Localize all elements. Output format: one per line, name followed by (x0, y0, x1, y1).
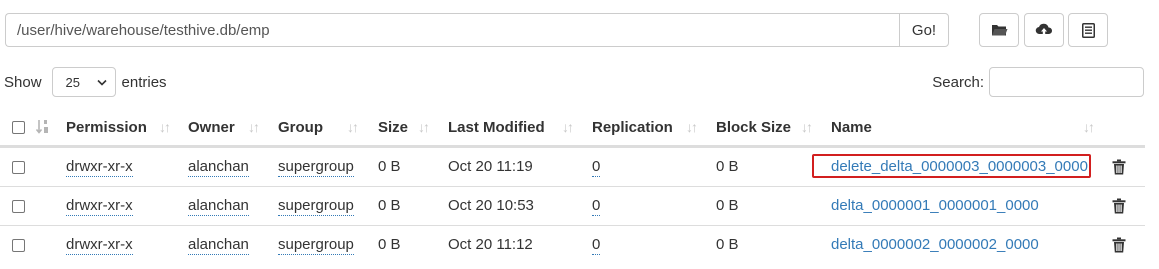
list-icon (1081, 22, 1095, 38)
sort-icon: ↓↑ (1083, 119, 1095, 135)
table-header: Permission ↓↑ Owner ↓↑ Group ↓↑ Size ↓↑ … (0, 108, 1145, 147)
path-input[interactable] (5, 13, 899, 47)
permission-link[interactable]: drwxr-xr-x (66, 158, 133, 177)
select-all-checkbox[interactable] (12, 121, 25, 134)
upload-icon (1035, 23, 1053, 36)
table-row: drwxr-xr-x alanchan supergroup 0 B Oct 2… (0, 147, 1145, 186)
length-control: Show 25 entries (4, 67, 167, 97)
table-row: drwxr-xr-x alanchan supergroup 0 B Oct 2… (0, 186, 1145, 225)
column-header-last-modified[interactable]: Last Modified (448, 108, 545, 147)
search-input[interactable] (989, 67, 1144, 97)
show-label: Show (4, 73, 42, 91)
sort-icon: ↓↑ (418, 119, 430, 135)
modified-value: Oct 20 11:19 (448, 158, 533, 175)
column-header-replication[interactable]: Replication (592, 108, 673, 147)
block-size-value: 0 B (716, 236, 739, 253)
column-header-owner[interactable]: Owner (188, 108, 235, 147)
sort-icon: ↓↑ (248, 119, 260, 135)
sort-icon: ↓↑ (562, 119, 574, 135)
owner-value: alanchan (188, 158, 249, 177)
file-name-link[interactable]: delta_0000002_0000002_0000 (831, 226, 1039, 265)
table-row: drwxr-xr-x alanchan supergroup 0 B Oct 2… (0, 225, 1145, 264)
entries-select-value: 25 (65, 74, 80, 90)
replication-link[interactable]: 0 (592, 197, 601, 216)
block-size-value: 0 B (716, 197, 739, 214)
trash-icon[interactable] (1112, 198, 1126, 214)
sort-icon: ↓↑ (686, 119, 698, 135)
column-header-permission[interactable]: Permission (66, 108, 147, 147)
permission-link[interactable]: drwxr-xr-x (66, 236, 133, 255)
group-value: supergroup (278, 158, 354, 177)
owner-value: alanchan (188, 236, 249, 255)
column-header-group[interactable]: Group (278, 108, 323, 147)
replication-link[interactable]: 0 (592, 158, 601, 177)
entries-label: entries (121, 73, 167, 91)
sort-icon: ↓↑ (347, 119, 359, 135)
group-value: supergroup (278, 236, 354, 255)
file-name-link[interactable]: delta_0000001_0000001_0000 (831, 187, 1039, 226)
chevron-down-icon (96, 79, 107, 86)
block-size-value: 0 B (716, 158, 739, 175)
folder-icon (991, 25, 1007, 36)
go-button[interactable]: Go! (899, 13, 949, 47)
create-directory-button[interactable] (979, 13, 1019, 47)
row-checkbox[interactable] (12, 239, 25, 252)
entries-select[interactable]: 25 (51, 67, 116, 97)
sort-numeric-icon[interactable] (36, 119, 52, 135)
file-name-link[interactable]: delete_delta_0000003_0000003_0000 (831, 148, 1088, 187)
replication-link[interactable]: 0 (592, 236, 601, 255)
modified-value: Oct 20 11:12 (448, 236, 533, 253)
group-value: supergroup (278, 197, 354, 216)
search-control: Search: (932, 67, 1144, 97)
path-bar: Go! (5, 13, 949, 47)
row-checkbox[interactable] (12, 161, 25, 174)
size-value: 0 B (378, 236, 401, 253)
size-value: 0 B (378, 158, 401, 175)
column-header-name[interactable]: Name (831, 108, 872, 147)
row-checkbox[interactable] (12, 200, 25, 213)
size-value: 0 B (378, 197, 401, 214)
owner-value: alanchan (188, 197, 249, 216)
upload-button[interactable] (1024, 13, 1064, 47)
sort-icon: ↓↑ (801, 119, 813, 135)
trash-icon[interactable] (1112, 237, 1126, 253)
trash-icon[interactable] (1112, 159, 1126, 175)
column-header-block-size[interactable]: Block Size (716, 108, 791, 147)
permission-link[interactable]: drwxr-xr-x (66, 197, 133, 216)
sort-icon: ↓↑ (159, 119, 171, 135)
column-header-size[interactable]: Size (378, 108, 408, 147)
modified-value: Oct 20 10:53 (448, 197, 534, 214)
cut-paste-button[interactable] (1068, 13, 1108, 47)
search-label: Search: (932, 73, 984, 91)
